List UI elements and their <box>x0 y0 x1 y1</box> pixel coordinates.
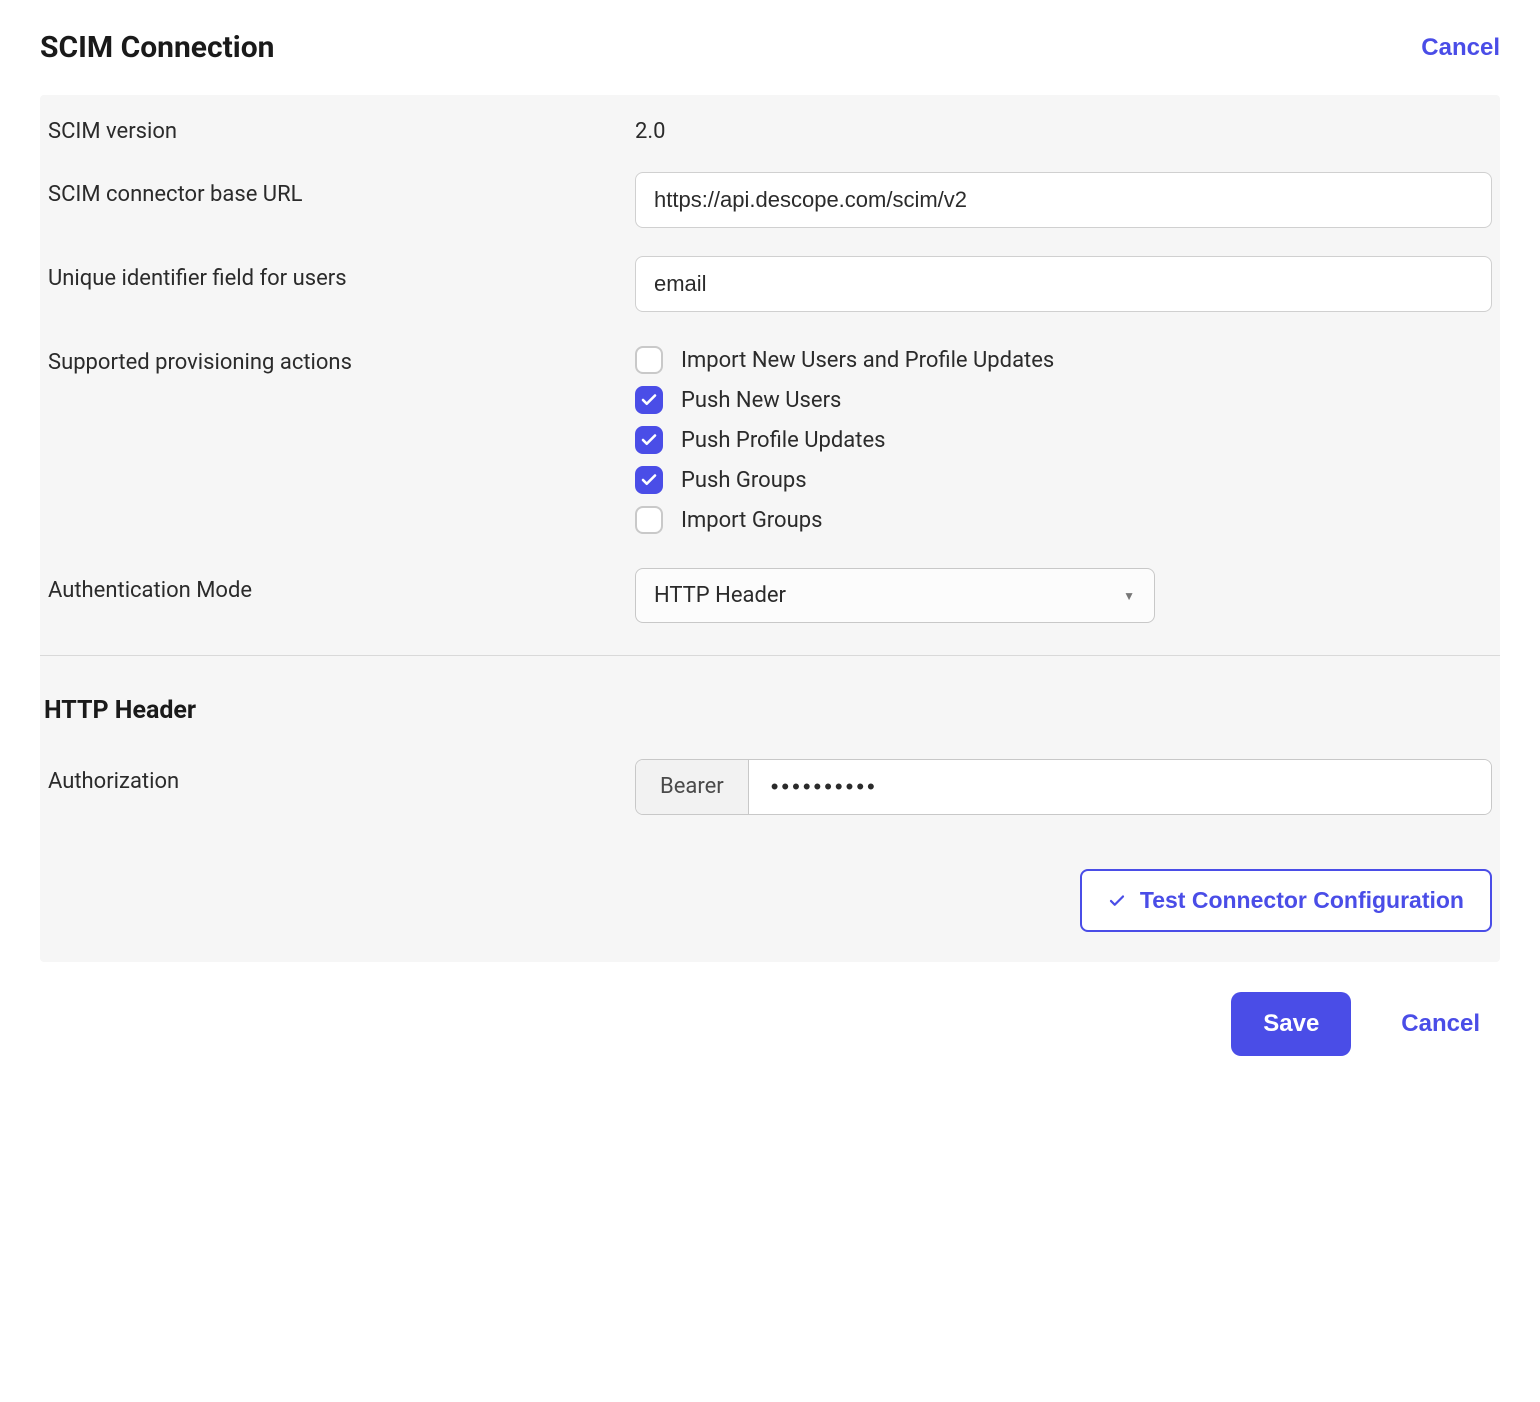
check-icon <box>640 391 658 409</box>
actions-label: Supported provisioning actions <box>40 340 635 375</box>
unique-id-label: Unique identifier field for users <box>40 256 635 291</box>
provisioning-action-checkbox[interactable] <box>635 506 663 534</box>
provisioning-action-checkbox[interactable] <box>635 466 663 494</box>
scim-version-value: 2.0 <box>635 109 1492 144</box>
provisioning-action-checkbox[interactable] <box>635 426 663 454</box>
check-icon <box>640 431 658 449</box>
http-header-section-title: HTTP Header <box>40 656 1500 745</box>
provisioning-action-label: Import Groups <box>681 508 822 533</box>
footer-cancel-button[interactable]: Cancel <box>1401 1010 1480 1038</box>
unique-id-input[interactable] <box>635 256 1492 312</box>
provisioning-action-row: Push New Users <box>635 380 1492 420</box>
test-connector-button[interactable]: Test Connector Configuration <box>1080 869 1492 932</box>
authorization-prefix: Bearer <box>636 760 749 814</box>
auth-mode-select[interactable]: HTTP Header <box>635 568 1155 623</box>
authorization-label: Authorization <box>40 759 635 794</box>
test-connector-label: Test Connector Configuration <box>1140 887 1464 914</box>
check-icon <box>1108 892 1126 910</box>
base-url-label: SCIM connector base URL <box>40 172 635 207</box>
form-panel: SCIM version 2.0 SCIM connector base URL… <box>40 95 1500 962</box>
header-cancel-button[interactable]: Cancel <box>1421 34 1500 62</box>
check-icon <box>640 471 658 489</box>
page-title: SCIM Connection <box>40 30 274 65</box>
provisioning-action-row: Push Profile Updates <box>635 420 1492 460</box>
authorization-input[interactable] <box>749 760 1491 814</box>
provisioning-action-row: Import New Users and Profile Updates <box>635 340 1492 380</box>
provisioning-action-label: Import New Users and Profile Updates <box>681 348 1054 373</box>
provisioning-action-checkbox[interactable] <box>635 346 663 374</box>
provisioning-action-row: Import Groups <box>635 500 1492 540</box>
provisioning-action-checkbox[interactable] <box>635 386 663 414</box>
scim-version-label: SCIM version <box>40 109 635 144</box>
provisioning-action-label: Push New Users <box>681 388 841 413</box>
provisioning-action-label: Push Profile Updates <box>681 428 885 453</box>
provisioning-action-row: Push Groups <box>635 460 1492 500</box>
auth-mode-label: Authentication Mode <box>40 568 635 603</box>
save-button[interactable]: Save <box>1231 992 1351 1056</box>
base-url-input[interactable] <box>635 172 1492 228</box>
provisioning-action-label: Push Groups <box>681 468 807 493</box>
